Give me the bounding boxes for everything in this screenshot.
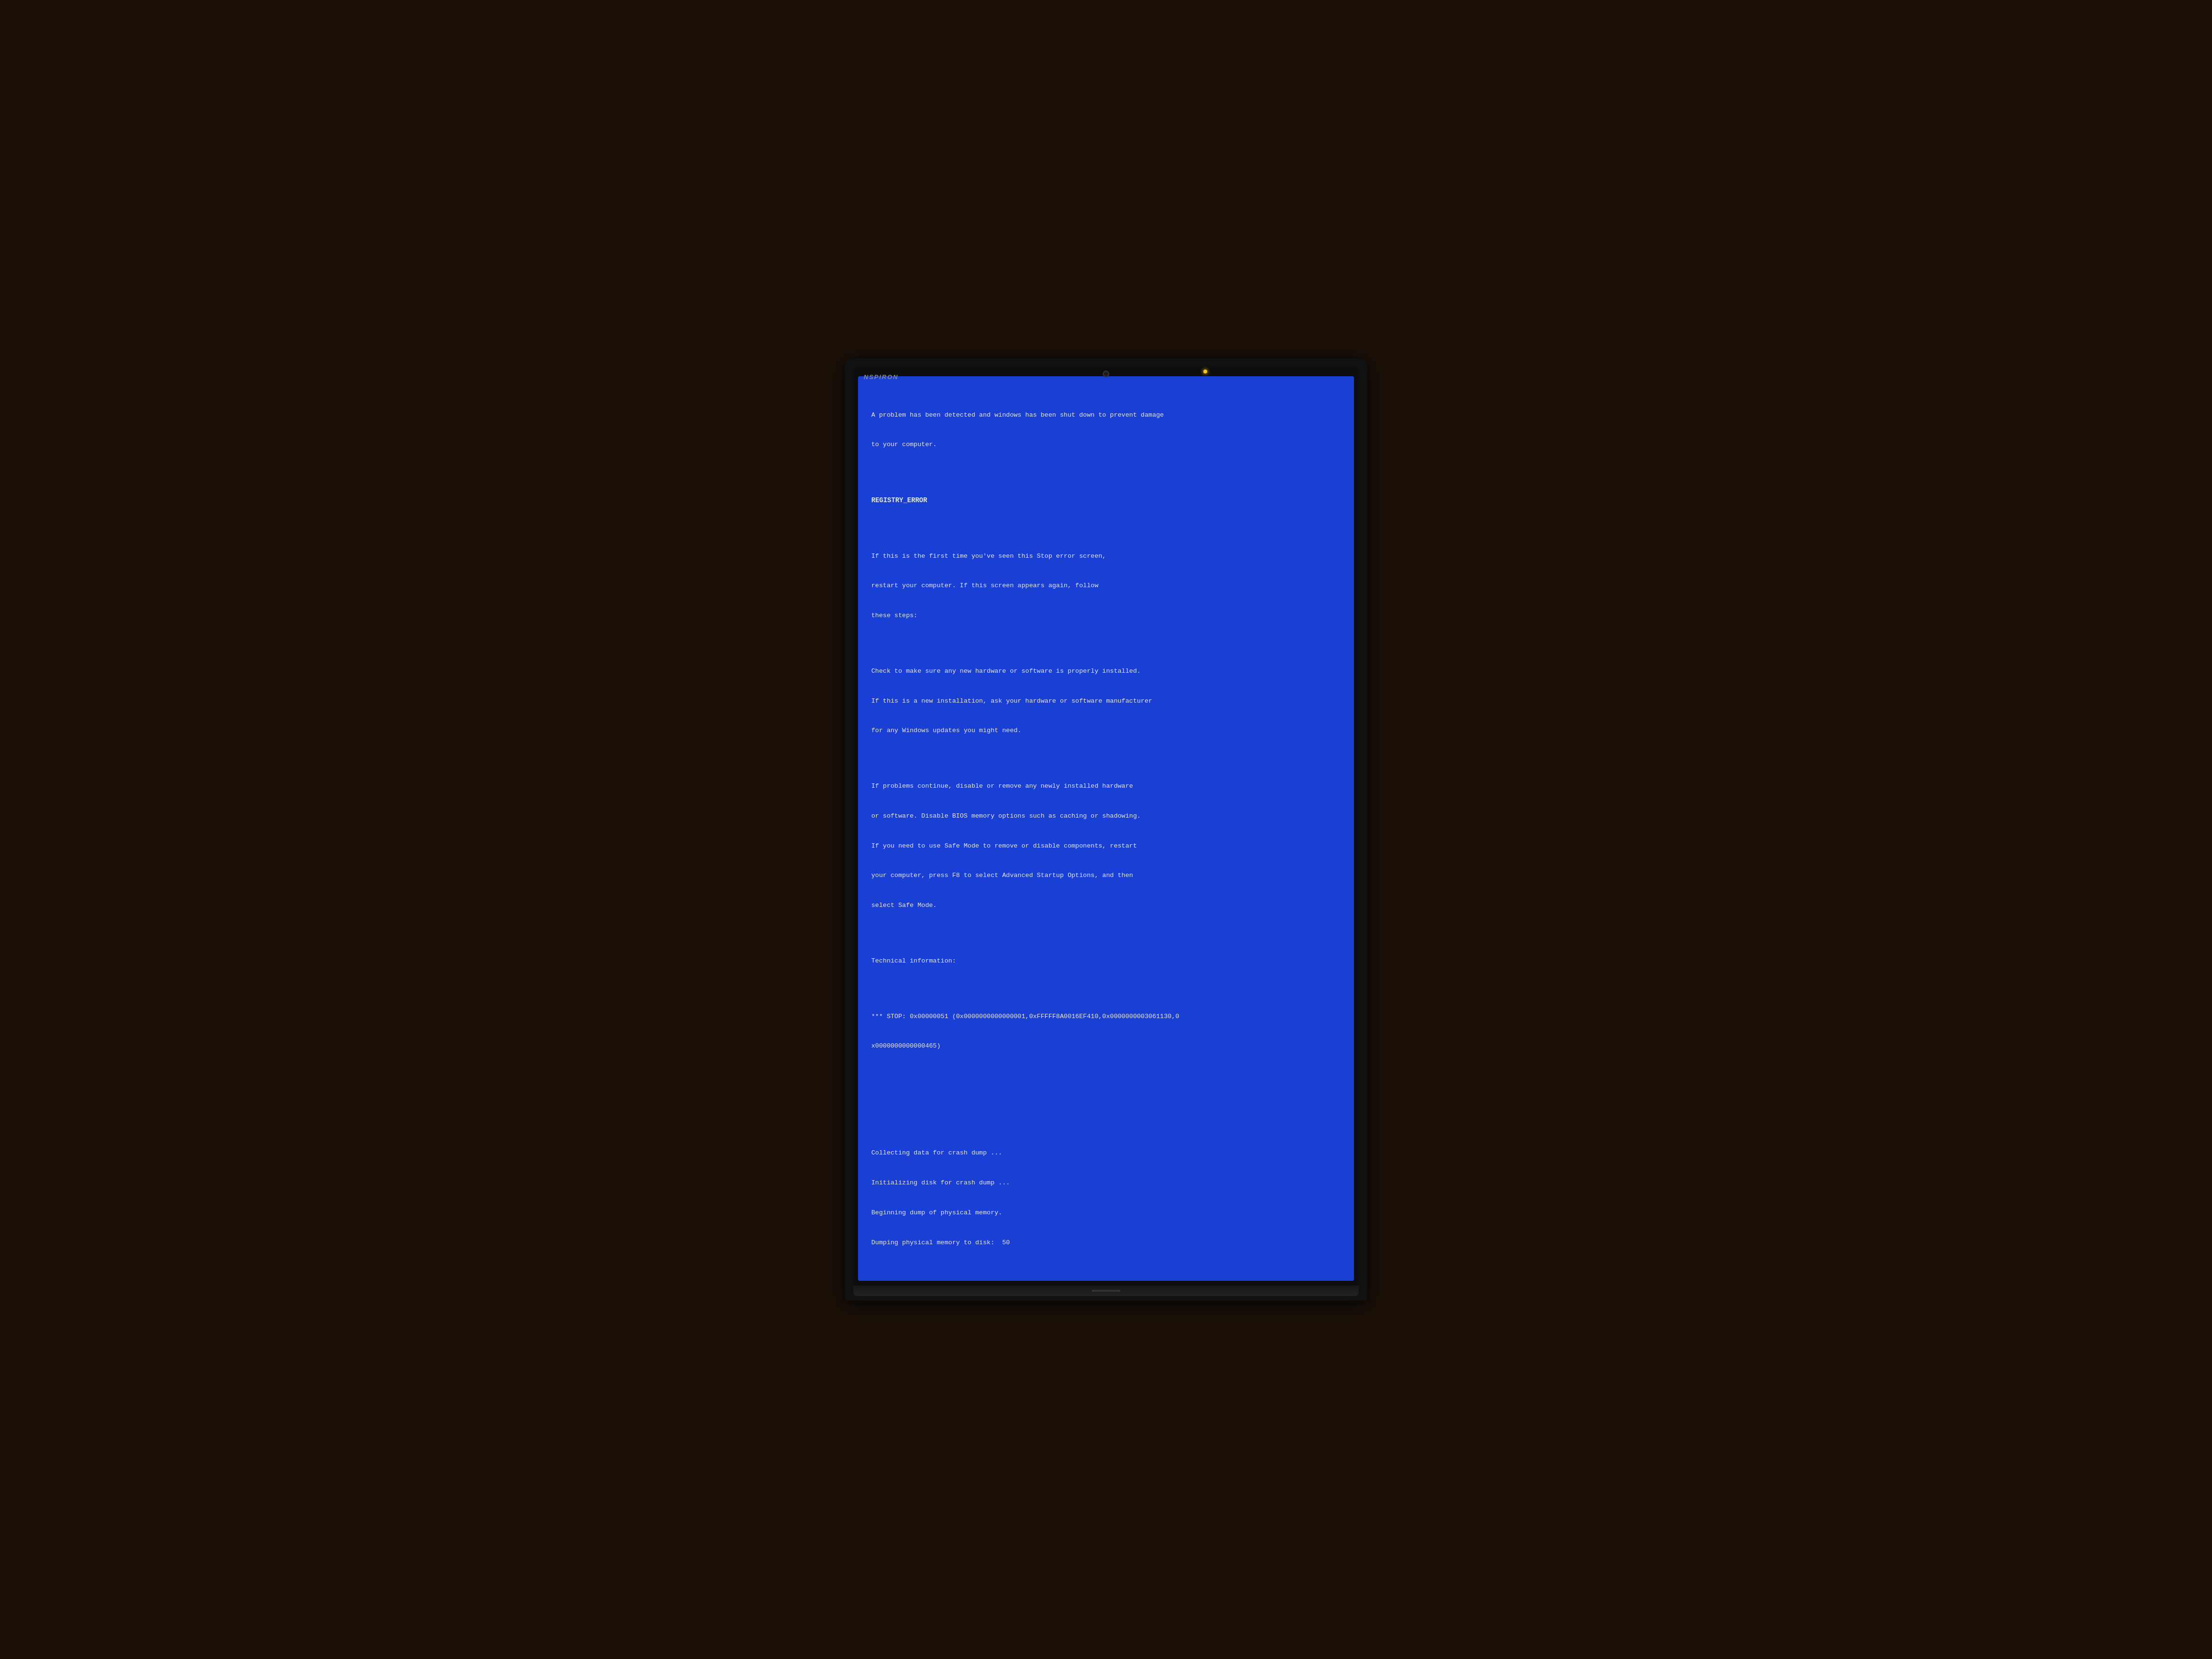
bsod-technical-info: Technical information: [871,956,1341,966]
bsod-line3: If this is the first time you've seen th… [871,552,1341,562]
bsod-line11: If you need to use Safe Mode to remove o… [871,841,1341,851]
bsod-dump-line3: Beginning dump of physical memory. [871,1208,1341,1218]
spacer3 [871,641,1341,647]
indicator-light [1203,370,1207,373]
bsod-dump-line2: Initializing disk for crash dump ... [871,1178,1341,1188]
spacer9 [871,1123,1341,1128]
bsod-line6: Check to make sure any new hardware or s… [871,667,1341,677]
bsod-error-code: REGISTRY_ERROR [871,496,1341,506]
webcam [1103,371,1109,377]
spacer8 [871,1097,1341,1103]
spacer1 [871,470,1341,476]
laptop-outer: NSPIRON A problem has been detected and … [845,358,1367,1301]
laptop-bezel: NSPIRON A problem has been detected and … [853,367,1359,1286]
bsod-content: A problem has been detected and windows … [871,391,1341,1268]
bsod-line13: select Safe Mode. [871,901,1341,911]
bsod-line9: If problems continue, disable or remove … [871,782,1341,791]
spacer4 [871,756,1341,762]
bsod-stop-line2: x0000000000000465) [871,1041,1341,1051]
bsod-line12: your computer, press F8 to select Advanc… [871,871,1341,881]
bsod-line5: these steps: [871,611,1341,621]
bsod-line1: A problem has been detected and windows … [871,410,1341,420]
bsod-line8: for any Windows updates you might need. [871,726,1341,736]
bsod-line2: to your computer. [871,440,1341,450]
bsod-screen: A problem has been detected and windows … [858,376,1354,1281]
spacer5 [871,931,1341,936]
spacer2 [871,526,1341,532]
bsod-dump-line4: Dumping physical memory to disk: 50 [871,1238,1341,1248]
spacer6 [871,986,1341,992]
spacer7 [871,1071,1341,1077]
bsod-line7: If this is a new installation, ask your … [871,696,1341,706]
laptop-bottom [853,1286,1359,1296]
bsod-stop-line1: *** STOP: 0x00000051 (0x0000000000000001… [871,1012,1341,1022]
bsod-dump-line1: Collecting data for crash dump ... [871,1148,1341,1158]
brand-label: NSPIRON [864,373,898,381]
bsod-line10: or software. Disable BIOS memory options… [871,811,1341,821]
bsod-line4: restart your computer. If this screen ap… [871,581,1341,591]
laptop-hinge-bar [1092,1290,1120,1292]
